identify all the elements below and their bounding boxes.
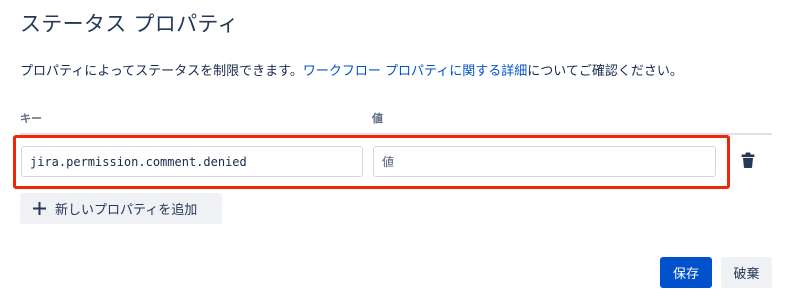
plus-icon: [33, 202, 46, 215]
page-title: ステータス プロパティ: [20, 12, 239, 36]
trash-icon[interactable]: [741, 152, 755, 168]
save-button[interactable]: 保存: [660, 257, 712, 288]
column-header-value: 値: [372, 112, 383, 125]
description-text-suffix: についてご確認ください。: [527, 64, 683, 79]
column-header-key: キー: [20, 112, 42, 125]
property-value-input[interactable]: 値: [373, 146, 716, 177]
description-text: プロパティによってステータスを制限できます。: [20, 64, 303, 79]
add-property-label: 新しいプロパティを追加: [55, 203, 198, 218]
add-property-button[interactable]: 新しいプロパティを追加: [20, 193, 222, 224]
status-properties-dialog: ステータス プロパティ プロパティによってステータスを制限できます。ワークフロー…: [0, 0, 788, 297]
property-key-input[interactable]: jira.permission.comment.denied: [21, 146, 363, 177]
workflow-properties-help-link[interactable]: ワークフロー プロパティに関する詳細: [303, 64, 527, 79]
description: プロパティによってステータスを制限できます。ワークフロー プロパティに関する詳細…: [20, 60, 683, 79]
cancel-button[interactable]: 破棄: [721, 257, 772, 288]
